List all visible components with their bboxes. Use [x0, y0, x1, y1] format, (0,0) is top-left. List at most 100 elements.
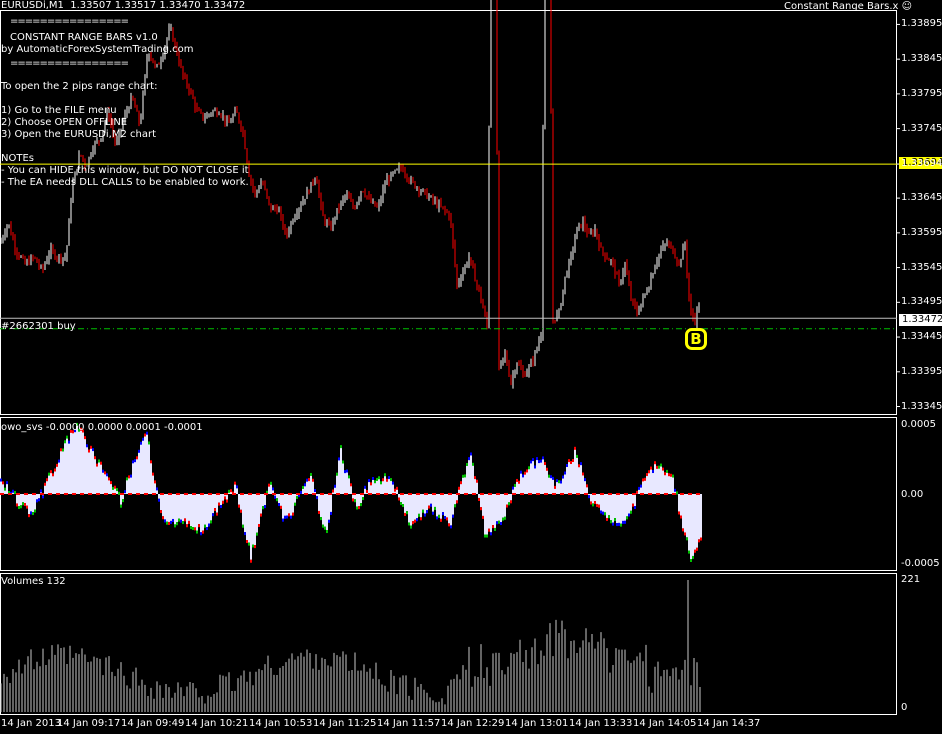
hist-edge	[286, 515, 288, 519]
volume-title: Volumes 132	[1, 576, 66, 587]
hist-bar	[648, 472, 650, 494]
hist-bar	[26, 494, 28, 506]
hist-edge	[624, 520, 626, 524]
hist-bar	[562, 477, 564, 494]
time-tick: 14 Jan 11:25	[313, 718, 377, 729]
hist-bar	[340, 447, 342, 494]
hist-edge	[164, 519, 166, 523]
hist-bar	[242, 494, 244, 525]
ea-step-1: 1) Go to the FILE menu	[1, 105, 117, 116]
hist-bar	[34, 494, 36, 510]
hist-bar	[660, 465, 662, 494]
hist-edge	[42, 495, 44, 499]
hist-edge	[242, 524, 244, 528]
hist-bar	[646, 475, 648, 494]
hist-edge	[330, 511, 332, 515]
hist-edge	[666, 469, 668, 473]
hist-bar	[692, 494, 694, 556]
hist-edge	[454, 504, 456, 508]
hist-edge	[94, 456, 96, 460]
hist-bar	[402, 494, 404, 505]
hist-edge	[580, 462, 582, 466]
hist-edge	[696, 547, 698, 551]
hist-edge	[180, 519, 182, 523]
hist-edge	[554, 485, 556, 489]
ea-intro: To open the 2 pips range chart:	[1, 81, 158, 92]
hist-edge	[416, 518, 418, 522]
hist-bar	[688, 494, 690, 551]
hist-edge	[482, 515, 484, 519]
hist-bar	[664, 474, 666, 494]
hist-bar	[650, 468, 652, 494]
hist-bar	[216, 494, 218, 513]
hist-edge	[244, 532, 246, 536]
hist-edge	[366, 489, 368, 493]
buy-marker-icon[interactable]: B	[685, 328, 707, 350]
hist-bar	[520, 472, 522, 494]
chart-window: EURUSDi,M1 1.33507 1.33517 1.33470 1.334…	[0, 0, 942, 734]
hist-edge	[18, 505, 20, 509]
hist-edge	[58, 459, 60, 463]
oscillator-histogram	[0, 422, 702, 563]
price-tick: 1.33795	[901, 87, 942, 99]
hist-bar	[234, 483, 236, 494]
hist-edge	[132, 460, 134, 464]
hist-bar	[460, 483, 462, 494]
hist-edge	[344, 470, 346, 474]
hist-edge	[170, 520, 172, 524]
hist-bar	[414, 494, 416, 520]
hist-bar	[502, 494, 504, 518]
hist-bar	[518, 482, 520, 494]
time-tick: 14 Jan 13:01	[505, 718, 569, 729]
hist-edge	[514, 483, 516, 487]
hist-bar	[130, 476, 132, 494]
hist-bar	[464, 476, 466, 494]
hist-edge	[102, 469, 104, 473]
hist-edge	[52, 473, 54, 477]
hist-bar	[350, 485, 352, 494]
hist-edge	[628, 513, 630, 517]
hist-bar	[578, 466, 580, 494]
hist-edge	[96, 463, 98, 467]
hist-edge	[604, 512, 606, 516]
hist-bar	[106, 475, 108, 494]
hist-edge	[646, 473, 648, 477]
hist-bar	[422, 494, 424, 510]
hist-edge	[662, 467, 664, 471]
hist-bar	[374, 482, 376, 494]
hist-edge	[596, 503, 598, 507]
hist-edge	[698, 539, 700, 543]
hist-edge	[376, 477, 378, 481]
hist-edge	[672, 474, 674, 478]
hist-edge	[664, 472, 666, 476]
hist-bar	[542, 458, 544, 494]
hist-bar	[462, 476, 464, 494]
hist-bar	[454, 494, 456, 505]
hist-edge	[618, 522, 620, 526]
hist-bar	[84, 438, 86, 494]
hist-bar	[506, 494, 508, 505]
hist-bar	[450, 494, 452, 526]
hist-bar	[672, 476, 674, 494]
hist-bar	[320, 494, 322, 518]
osc-tick-top: 0.0005	[901, 419, 936, 430]
hist-bar	[146, 433, 148, 494]
hist-bar	[392, 483, 394, 494]
hist-edge	[216, 512, 218, 516]
hist-edge	[560, 480, 562, 484]
hist-edge	[124, 490, 126, 494]
hist-bar	[508, 494, 510, 503]
hist-bar	[538, 462, 540, 494]
hist-edge	[436, 516, 438, 520]
hist-bar	[212, 494, 214, 514]
hist-bar	[642, 480, 644, 494]
hist-edge	[188, 520, 190, 524]
hist-bar	[452, 494, 454, 515]
hist-bar	[490, 494, 492, 533]
hist-edge	[6, 481, 8, 485]
chart-canvas[interactable]	[0, 0, 942, 734]
hist-bar	[510, 494, 512, 501]
price-tick: 1.33694	[901, 158, 942, 170]
hist-edge	[204, 524, 206, 528]
hist-bar	[342, 462, 344, 494]
